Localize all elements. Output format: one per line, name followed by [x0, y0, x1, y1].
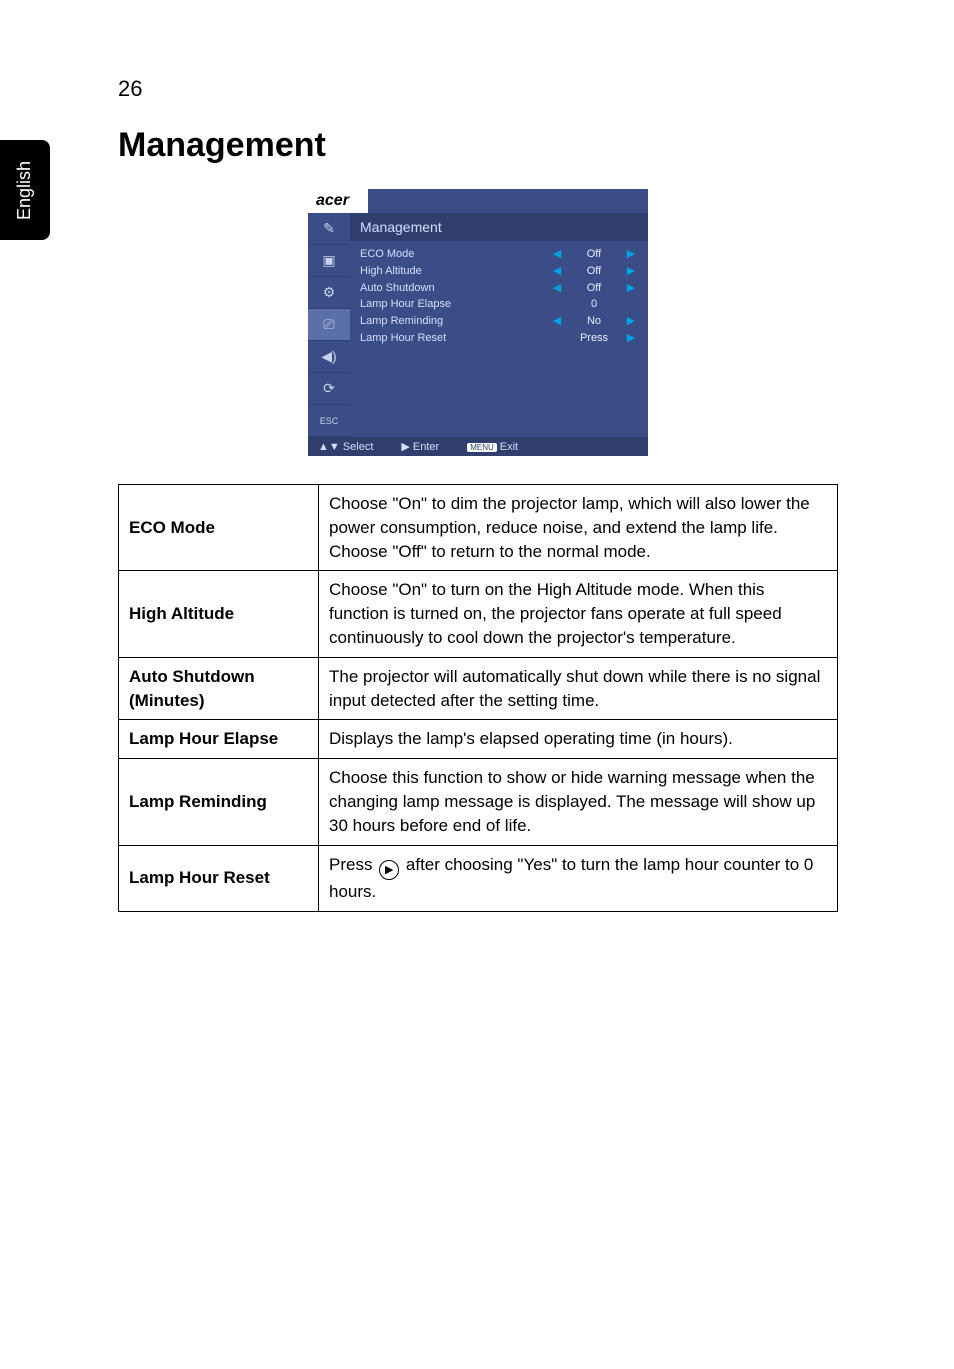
setting-desc: Press after choosing "Yes" to turn the l…	[319, 845, 838, 912]
osd-row-label: Lamp Hour Reset	[360, 332, 550, 344]
osd-row-label: Lamp Reminding	[360, 315, 550, 327]
osd-row-value: Off	[564, 265, 624, 277]
language-label: English	[15, 160, 36, 219]
setting-desc: Displays the lamp's elapsed operating ti…	[319, 720, 838, 759]
content-area: Management acer ✎ ▣ ⚙ ⎚ ◀) ⟳ ESC Managem…	[118, 126, 838, 912]
osd-row-value: Press	[564, 332, 624, 344]
osd-footer: ▲▼ Select ▶ Enter MENUExit	[308, 437, 648, 456]
setting-name: Auto Shutdown (Minutes)	[119, 657, 319, 720]
desc-post: after choosing "Yes" to turn the lamp ho…	[329, 855, 813, 902]
osd-footer-enter: ▶ Enter	[401, 440, 439, 453]
osd-body: ✎ ▣ ⚙ ⎚ ◀) ⟳ ESC Management ECO Mode ◀ O…	[308, 213, 648, 437]
settings-table: ECO Mode Choose "On" to dim the projecto…	[118, 484, 838, 912]
osd-row-value: 0	[564, 298, 624, 310]
setting-name: ECO Mode	[119, 485, 319, 571]
arrow-right-icon: ▶	[624, 314, 638, 327]
menu-badge: MENU	[467, 443, 497, 452]
table-row: ECO Mode Choose "On" to dim the projecto…	[119, 485, 838, 571]
arrow-left-icon: ◀	[550, 247, 564, 260]
setting-desc: Choose "On" to dim the projector lamp, w…	[319, 485, 838, 571]
setting-name: High Altitude	[119, 571, 319, 657]
osd-row: High Altitude ◀ Off ▶	[350, 262, 648, 279]
osd-row: Lamp Reminding ◀ No ▶	[350, 312, 648, 329]
osd-tab-icon: ⟳	[308, 373, 350, 405]
osd-tab-icon: ⎚	[308, 309, 350, 341]
table-row: Lamp Reminding Choose this function to s…	[119, 759, 838, 845]
setting-desc: Choose "On" to turn on the High Altitude…	[319, 571, 838, 657]
osd-row-label: ECO Mode	[360, 248, 550, 260]
osd-tab-icon: ◀)	[308, 341, 350, 373]
setting-desc: The projector will automatically shut do…	[319, 657, 838, 720]
osd-row-value: Off	[564, 248, 624, 260]
osd-footer-exit: MENUExit	[467, 441, 518, 453]
osd-logo: acer	[308, 189, 368, 213]
osd-panel: acer ✎ ▣ ⚙ ⎚ ◀) ⟳ ESC Management ECO Mod…	[308, 189, 648, 456]
osd-tab-icon: ✎	[308, 213, 350, 245]
osd-row-label: Auto Shutdown	[360, 282, 550, 294]
arrow-right-icon: ▶	[624, 281, 638, 294]
osd-row-value: No	[564, 315, 624, 327]
osd-row-label: Lamp Hour Elapse	[360, 298, 550, 310]
table-row: Auto Shutdown (Minutes) The projector wi…	[119, 657, 838, 720]
osd-tab-icon: ⚙	[308, 277, 350, 309]
osd-header: Management	[350, 213, 648, 241]
arrow-left-icon: ◀	[550, 264, 564, 277]
desc-pre: Press	[329, 855, 377, 874]
table-row: High Altitude Choose "On" to turn on the…	[119, 571, 838, 657]
osd-row: ECO Mode ◀ Off ▶	[350, 245, 648, 262]
osd-row-value: Off	[564, 282, 624, 294]
setting-desc: Choose this function to show or hide war…	[319, 759, 838, 845]
osd-tab-icon: ESC	[308, 405, 350, 437]
osd-row: Auto Shutdown ◀ Off ▶	[350, 279, 648, 296]
arrow-right-icon: ▶	[624, 331, 638, 344]
setting-name: Lamp Hour Reset	[119, 845, 319, 912]
setting-name: Lamp Reminding	[119, 759, 319, 845]
osd-rows: ECO Mode ◀ Off ▶ High Altitude ◀ Off ▶	[350, 241, 648, 416]
osd-row: Lamp Hour Reset Press ▶	[350, 329, 648, 346]
arrow-right-icon: ▶	[624, 247, 638, 260]
arrow-left-icon: ◀	[550, 314, 564, 327]
arrow-right-icon: ▶	[624, 264, 638, 277]
osd-main: Management ECO Mode ◀ Off ▶ High Altitud…	[350, 213, 648, 437]
play-icon	[379, 860, 399, 880]
page-number: 26	[118, 76, 142, 102]
osd-screenshot-wrapper: acer ✎ ▣ ⚙ ⎚ ◀) ⟳ ESC Management ECO Mod…	[118, 189, 838, 456]
osd-tab-icon: ▣	[308, 245, 350, 277]
table-row: Lamp Hour Reset Press after choosing "Ye…	[119, 845, 838, 912]
osd-tabs: ✎ ▣ ⚙ ⎚ ◀) ⟳ ESC	[308, 213, 350, 437]
language-tab: English	[0, 140, 50, 240]
setting-name: Lamp Hour Elapse	[119, 720, 319, 759]
arrow-left-icon: ◀	[550, 281, 564, 294]
page-title: Management	[118, 126, 838, 165]
osd-footer-select: ▲▼ Select	[318, 441, 373, 453]
osd-row: Lamp Hour Elapse 0	[350, 296, 648, 312]
osd-row-label: High Altitude	[360, 265, 550, 277]
table-row: Lamp Hour Elapse Displays the lamp's ela…	[119, 720, 838, 759]
